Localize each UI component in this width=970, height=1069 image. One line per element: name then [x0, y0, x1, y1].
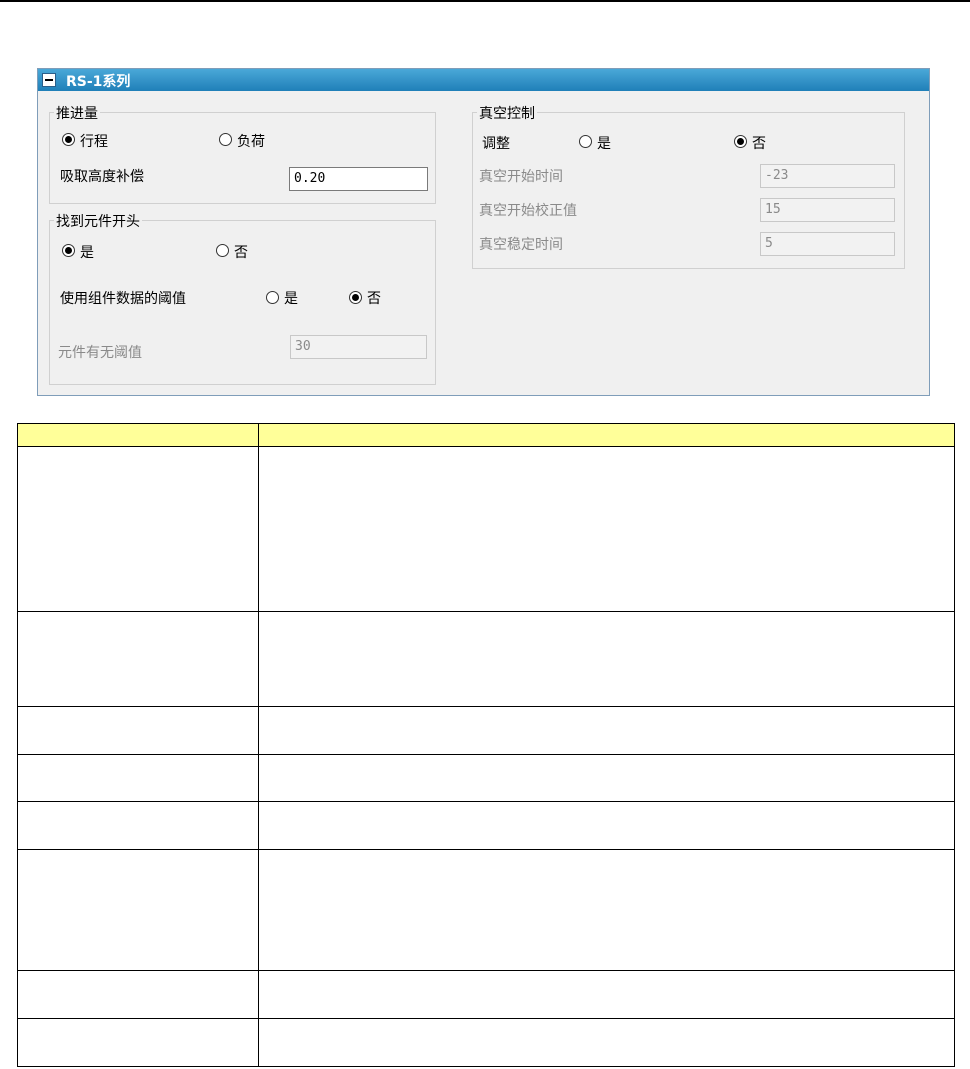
table-row — [17, 1018, 955, 1067]
table-cell — [17, 611, 259, 707]
find-head-yes-radio[interactable] — [62, 244, 75, 257]
adjust-yes-radio[interactable] — [579, 135, 592, 148]
table-cell — [17, 801, 259, 850]
parameter-table — [17, 423, 955, 1067]
push-amount-legend: 推进量 — [54, 103, 100, 123]
suction-height-label: 吸取高度补偿 — [60, 169, 144, 185]
table-row — [17, 849, 955, 971]
vacuum-stable-time-label: 真空稳定时间 — [479, 237, 563, 253]
table-cell — [17, 970, 259, 1019]
find-head-no-radio[interactable] — [216, 244, 229, 257]
use-threshold-yes-label: 是 — [284, 291, 298, 307]
suction-height-input[interactable]: 0.20 — [289, 167, 428, 191]
table-cell — [17, 446, 259, 612]
use-threshold-no-label: 否 — [367, 291, 381, 307]
table-cell — [258, 706, 955, 755]
vacuum-start-correction-label: 真空开始校正值 — [479, 203, 577, 219]
table-cell — [258, 1018, 955, 1067]
table-cell — [258, 849, 955, 971]
table-row — [17, 446, 955, 612]
vacuum-start-time-input[interactable]: -23 — [760, 164, 895, 188]
load-radio[interactable] — [219, 133, 232, 146]
stroke-radio[interactable] — [62, 133, 75, 146]
find-head-legend: 找到元件开头 — [54, 211, 142, 231]
table-cell — [258, 754, 955, 802]
table-cell — [258, 970, 955, 1019]
table-row — [17, 970, 955, 1019]
find-head-no-label: 否 — [234, 245, 248, 261]
table-cell — [17, 754, 259, 802]
presence-threshold-input[interactable]: 30 — [290, 335, 427, 359]
collapse-icon[interactable] — [42, 73, 56, 87]
table-cell — [17, 849, 259, 971]
table-cell — [258, 611, 955, 707]
use-threshold-label: 使用组件数据的阈值 — [60, 291, 186, 307]
table-cell — [258, 801, 955, 850]
table-row — [17, 801, 955, 850]
vacuum-start-correction-input[interactable]: 15 — [760, 198, 895, 222]
adjust-no-radio[interactable] — [734, 135, 747, 148]
table-header-cell — [17, 423, 259, 447]
table-cell — [17, 706, 259, 755]
table-cell — [258, 446, 955, 612]
vacuum-stable-time-input[interactable]: 5 — [760, 232, 895, 256]
adjust-no-label: 否 — [752, 136, 766, 152]
vacuum-start-time-label: 真空开始时间 — [479, 169, 563, 185]
table-row — [17, 754, 955, 802]
use-threshold-no-radio[interactable] — [349, 291, 362, 304]
panel-header: RS-1系列 — [38, 69, 929, 91]
rs1-settings-panel: RS-1系列 推进量 行程 负荷 吸取高度补偿 0.20 找到元件开头 是 否 … — [37, 68, 930, 396]
load-label: 负荷 — [237, 134, 265, 150]
panel-title: RS-1系列 — [66, 74, 131, 90]
table-header-row — [17, 423, 955, 447]
adjust-label: 调整 — [482, 136, 510, 152]
presence-threshold-label: 元件有无阈值 — [58, 345, 142, 361]
vacuum-control-legend: 真空控制 — [477, 103, 537, 123]
stroke-label: 行程 — [80, 134, 108, 150]
find-head-yes-label: 是 — [80, 245, 94, 261]
table-cell — [17, 1018, 259, 1067]
table-row — [17, 611, 955, 707]
table-header-cell — [258, 423, 955, 447]
adjust-yes-label: 是 — [597, 136, 611, 152]
top-rule — [0, 0, 970, 2]
use-threshold-yes-radio[interactable] — [266, 291, 279, 304]
table-row — [17, 706, 955, 755]
